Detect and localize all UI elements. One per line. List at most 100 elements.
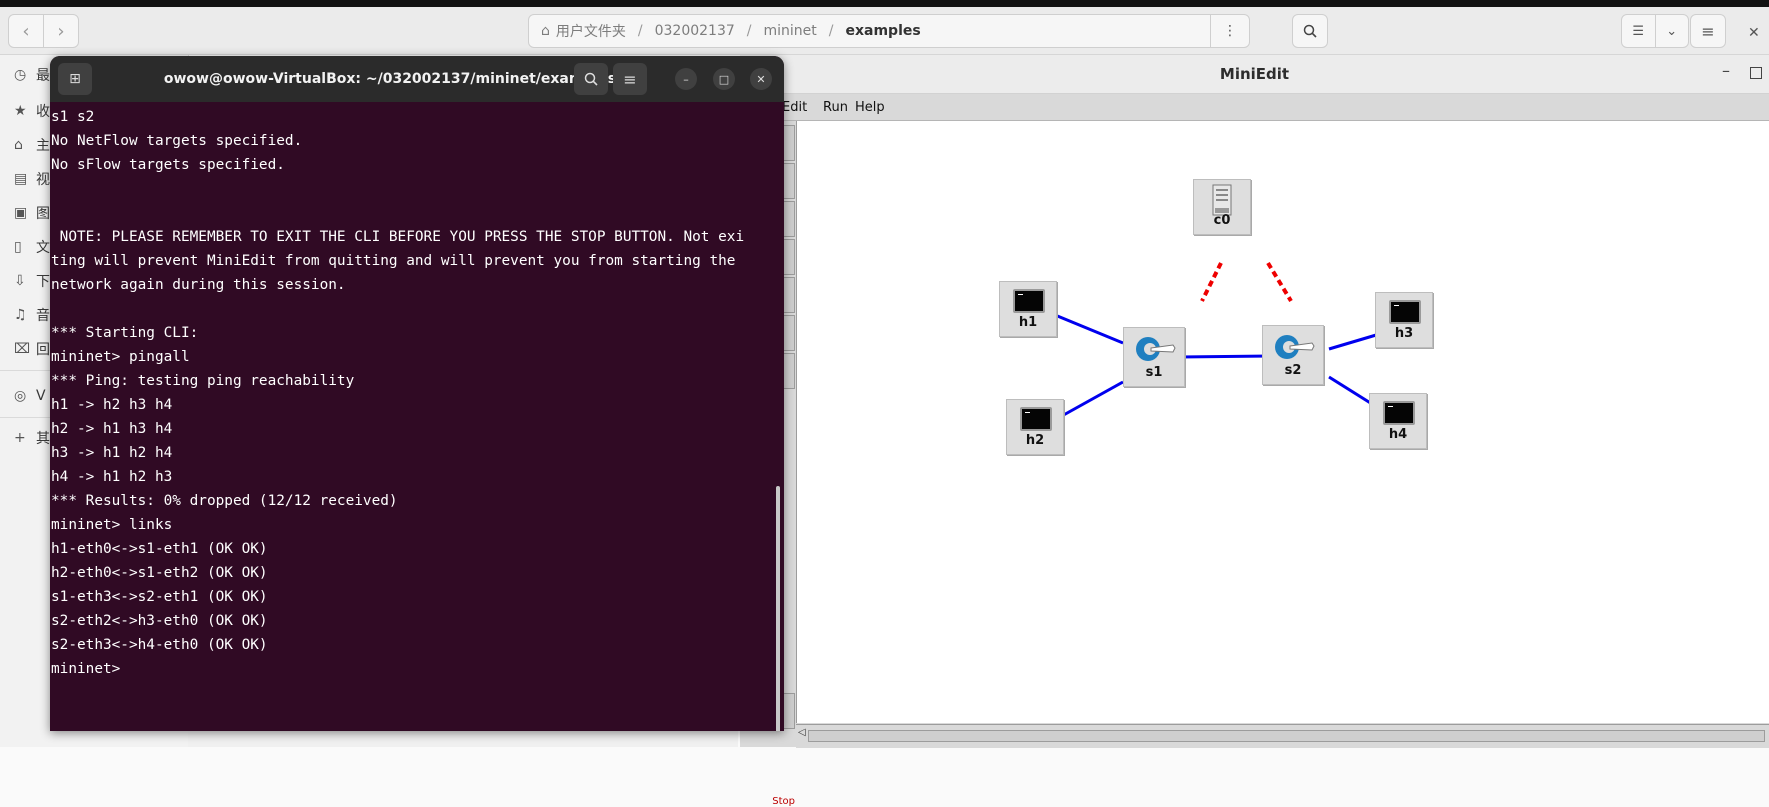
terminal-headerbar: ⊞ owow@owow-VirtualBox: ~/032002137/mini…	[50, 56, 784, 102]
terminal-title: owow@owow-VirtualBox: ~/032002137/minine…	[163, 71, 617, 87]
node-label: c0	[1213, 213, 1231, 228]
path-segment-home[interactable]: 用户文件夹	[556, 21, 626, 41]
home-icon: ⌂	[14, 137, 23, 153]
menu-run[interactable]: Run	[823, 100, 848, 115]
terminal-line: No sFlow targets specified.	[51, 157, 285, 173]
path-segment-032002137[interactable]: 032002137	[655, 23, 735, 39]
link-h2-s1[interactable]	[1059, 380, 1124, 419]
download-icon: ⇩	[14, 273, 26, 289]
terminal-scrollbar[interactable]	[776, 486, 780, 731]
switch-icon	[1275, 335, 1315, 359]
minimize-button[interactable]: –	[675, 68, 697, 90]
scroll-left-icon[interactable]: ◁	[798, 727, 806, 738]
link-s1-s2[interactable]	[1178, 354, 1275, 359]
path-segment-mininet[interactable]: mininet	[764, 23, 817, 39]
terminal-line: No NetFlow targets specified.	[51, 133, 303, 149]
terminal-window: ⊞ owow@owow-VirtualBox: ~/032002137/mini…	[50, 56, 784, 731]
close-button[interactable]: ✕	[750, 68, 772, 90]
link-h1-s1[interactable]	[1054, 313, 1124, 345]
terminal-prompt: mininet>	[51, 661, 121, 677]
link-c0-s2[interactable]	[1266, 261, 1293, 303]
forward-button[interactable]: ›	[43, 15, 78, 47]
terminal-line: h2-eth0<->s1-eth2 (OK OK)	[51, 565, 268, 581]
miniedit-window: MiniEdit – Edit Run Help Stop c0 h1 h2 h…	[740, 55, 1769, 807]
terminal-line: network again during this session.	[51, 277, 346, 293]
node-host-h3[interactable]: h3	[1375, 292, 1433, 348]
sidebar-item-pictures[interactable]: ▣ 图	[14, 203, 50, 223]
plus-icon: +	[14, 430, 26, 446]
back-button[interactable]: ‹	[9, 15, 43, 47]
terminal-line: *** Ping: testing ping reachability	[51, 373, 355, 389]
node-switch-s1[interactable]: s1	[1123, 327, 1185, 387]
document-icon: ▯	[14, 239, 22, 255]
sidebar-item-vbox[interactable]: ◎ V	[14, 386, 46, 406]
close-icon: ✕	[756, 72, 766, 86]
sidebar-item-home[interactable]: ⌂ 主	[14, 135, 50, 155]
hamburger-icon: ≡	[623, 69, 637, 89]
terminal-line: s1 s2	[51, 109, 95, 125]
path-bar: ⌂ 用户文件夹 / 032002137 / mininet / examples…	[528, 14, 1250, 48]
sidebar-item-trash[interactable]: ⌧ 回	[14, 339, 50, 359]
node-controller-c0[interactable]: c0	[1193, 179, 1251, 235]
link-c0-s1[interactable]	[1200, 262, 1223, 302]
miniedit-menubar: Edit Run Help	[740, 94, 1769, 121]
terminal-line: h1 -> h2 h3 h4	[51, 397, 173, 413]
music-icon: ♫	[14, 307, 27, 323]
terminal-line: mininet> pingall	[51, 349, 190, 365]
node-host-h1[interactable]: h1	[999, 281, 1057, 337]
sidebar-item-recent[interactable]: ◷ 最	[14, 65, 50, 85]
view-dropdown-button[interactable]: ⌄	[1654, 15, 1689, 47]
list-view-button[interactable]: ☰	[1622, 15, 1655, 47]
maximize-icon: □	[718, 72, 730, 86]
new-tab-button[interactable]: ⊞	[58, 63, 92, 95]
sidebar-item-other-locations[interactable]: + 其	[14, 428, 50, 448]
clock-icon: ◷	[14, 67, 27, 83]
path-segment-examples[interactable]: examples	[845, 23, 920, 39]
path-menu-button[interactable]: ⋮	[1210, 15, 1249, 47]
node-label: h2	[1025, 433, 1045, 448]
close-icon[interactable]: ✕	[1748, 25, 1760, 41]
node-host-h2[interactable]: h2	[1006, 399, 1064, 455]
vertical-dots-icon: ⋮	[1223, 23, 1237, 39]
terminal-search-button[interactable]	[574, 63, 608, 95]
node-label: s2	[1284, 363, 1302, 378]
server-icon	[1212, 184, 1232, 216]
search-button[interactable]	[1292, 14, 1328, 48]
terminal-icon	[1389, 300, 1421, 324]
stop-button[interactable]: Stop	[740, 796, 795, 807]
sidebar-item-documents[interactable]: ▯ 文	[14, 237, 50, 257]
terminal-line: h2 -> h1 h3 h4	[51, 421, 173, 437]
path-separator: /	[828, 23, 834, 39]
home-icon: ⌂	[541, 23, 550, 39]
sidebar-item-music[interactable]: ♫ 音	[14, 305, 50, 325]
horizontal-scrollbar[interactable]: ◁	[796, 724, 1769, 748]
terminal-line: h3 -> h1 h2 h4	[51, 445, 173, 461]
terminal-line: *** Starting CLI:	[51, 325, 199, 341]
disc-icon: ◎	[14, 388, 27, 404]
terminal-line: *** Results: 0% dropped (12/12 received)	[51, 493, 398, 509]
search-icon	[1303, 24, 1317, 38]
menu-edit[interactable]: Edit	[782, 100, 807, 115]
node-switch-s2[interactable]: s2	[1262, 325, 1324, 385]
maximize-button[interactable]: □	[713, 68, 735, 90]
terminal-menu-button[interactable]: ≡	[613, 63, 647, 95]
new-tab-icon: ⊞	[69, 71, 81, 87]
minimize-icon[interactable]: –	[1722, 61, 1730, 80]
search-icon	[584, 72, 598, 86]
main-menu-button[interactable]: ≡	[1690, 14, 1726, 48]
sidebar-item-videos[interactable]: ▤ 视	[14, 169, 50, 189]
path-separator: /	[637, 23, 643, 39]
menu-help[interactable]: Help	[855, 100, 885, 115]
topology-canvas[interactable]: c0 h1 h2 h3 h4 s1 s2	[796, 121, 1769, 723]
maximize-icon[interactable]	[1750, 67, 1762, 79]
terminal-line: mininet> links	[51, 517, 173, 533]
node-host-h4[interactable]: h4	[1369, 393, 1427, 449]
scrollbar-thumb[interactable]	[808, 730, 1765, 742]
path-separator: /	[746, 23, 752, 39]
node-label: h4	[1388, 427, 1408, 442]
terminal-icon	[1383, 401, 1415, 425]
star-icon: ★	[14, 103, 27, 119]
terminal-output[interactable]: s1 s2 No NetFlow targets specified. No s…	[50, 102, 772, 731]
sidebar-item-downloads[interactable]: ⇩ 下	[14, 271, 50, 291]
sidebar-item-starred[interactable]: ★ 收	[14, 101, 50, 121]
